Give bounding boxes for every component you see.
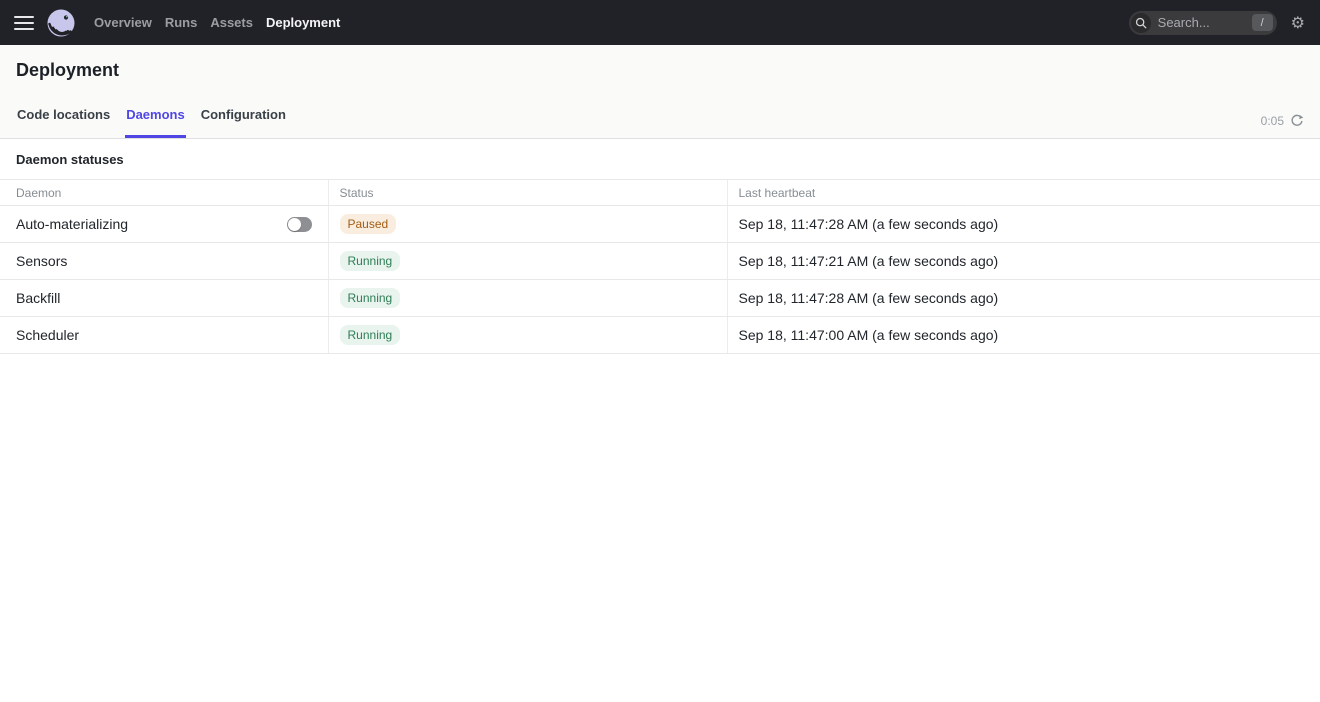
page-header: Deployment Code locations Daemons Config… <box>0 45 1320 139</box>
dagster-logo-icon[interactable] <box>46 8 76 38</box>
refresh-countdown: 0:05 <box>1261 114 1304 138</box>
last-heartbeat: Sep 18, 11:47:00 AM (a few seconds ago) <box>739 327 999 343</box>
nav-item-runs[interactable]: Runs <box>165 11 198 34</box>
daemon-name: Sensors <box>16 253 67 269</box>
search-shortcut-key: / <box>1252 14 1273 31</box>
search-input[interactable]: Search... / <box>1129 11 1277 35</box>
search-placeholder: Search... <box>1158 15 1252 30</box>
last-heartbeat: Sep 18, 11:47:28 AM (a few seconds ago) <box>739 216 999 232</box>
tab-daemons[interactable]: Daemons <box>125 107 186 138</box>
table-row: Scheduler Running Sep 18, 11:47:00 AM (a… <box>0 317 1320 354</box>
nav-item-assets[interactable]: Assets <box>210 11 253 34</box>
status-badge: Running <box>340 251 401 271</box>
tab-configuration[interactable]: Configuration <box>200 107 287 138</box>
top-nav: Overview Runs Assets Deployment Search..… <box>0 0 1320 45</box>
status-badge: Paused <box>340 214 397 234</box>
nav-item-overview[interactable]: Overview <box>94 11 152 34</box>
column-header-status: Status <box>328 180 727 206</box>
table-row: Auto-materializing Paused Sep 18, 11:47:… <box>0 206 1320 243</box>
auto-materializing-toggle[interactable] <box>287 217 312 232</box>
daemon-statuses-table: Daemon Status Last heartbeat Auto-materi… <box>0 179 1320 354</box>
search-icon <box>1131 13 1151 33</box>
status-badge: Running <box>340 325 401 345</box>
daemon-name: Backfill <box>16 290 60 306</box>
table-row: Backfill Running Sep 18, 11:47:28 AM (a … <box>0 280 1320 317</box>
page-title: Deployment <box>16 60 1304 81</box>
last-heartbeat: Sep 18, 11:47:21 AM (a few seconds ago) <box>739 253 999 269</box>
daemon-name: Scheduler <box>16 327 79 343</box>
last-heartbeat: Sep 18, 11:47:28 AM (a few seconds ago) <box>739 290 999 306</box>
primary-nav: Overview Runs Assets Deployment <box>94 11 340 34</box>
page-tabs: Code locations Daemons Configuration <box>16 107 287 138</box>
menu-icon[interactable] <box>14 16 34 30</box>
column-header-last-heartbeat: Last heartbeat <box>727 180 1320 206</box>
daemon-name: Auto-materializing <box>16 216 128 232</box>
table-header-row: Daemon Status Last heartbeat <box>0 180 1320 206</box>
status-badge: Running <box>340 288 401 308</box>
section-heading: Daemon statuses <box>0 139 1320 179</box>
settings-gear-icon[interactable]: ⚙ <box>1291 15 1305 31</box>
column-header-daemon: Daemon <box>0 180 328 206</box>
table-row: Sensors Running Sep 18, 11:47:21 AM (a f… <box>0 243 1320 280</box>
toggle-knob <box>288 218 301 231</box>
refresh-icon[interactable] <box>1290 114 1304 128</box>
nav-item-deployment[interactable]: Deployment <box>266 11 340 34</box>
tab-code-locations[interactable]: Code locations <box>16 107 111 138</box>
refresh-timer: 0:05 <box>1261 114 1284 128</box>
